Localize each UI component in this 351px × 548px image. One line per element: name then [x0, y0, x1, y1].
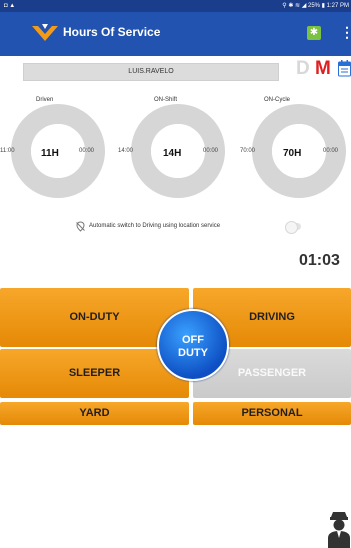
- auto-switch-label: Automatic switch to Driving using locati…: [89, 223, 221, 229]
- bluetooth-icon[interactable]: ✱: [307, 26, 321, 40]
- yard-button[interactable]: YARD: [0, 402, 189, 425]
- gauge-oncycle-end: 00:00: [323, 148, 339, 154]
- app-bar: Hours Of Service ✱ ⋮: [0, 12, 351, 56]
- off-duty-line2: DUTY: [178, 347, 208, 359]
- gauge-onshift-value: 14H: [163, 148, 182, 159]
- officer-icon[interactable]: [327, 507, 351, 548]
- gauge-driven-end: 00:00: [79, 148, 95, 154]
- status-left-icons: ◘ ▲: [4, 3, 16, 9]
- location-off-icon: [76, 221, 85, 232]
- off-duty-button[interactable]: OFF DUTY: [157, 309, 229, 381]
- overflow-menu-icon[interactable]: ⋮: [340, 24, 351, 41]
- app-title: Hours Of Service: [63, 25, 161, 39]
- gauge-oncycle-value: 70H: [283, 148, 302, 159]
- gauge-driven-value: 11H: [41, 148, 59, 159]
- driver-name-bar[interactable]: LUIS.RAVELO: [23, 63, 279, 81]
- gauge-onshift-start: 14:00: [118, 148, 134, 154]
- status-right-info: ⚲ ✱ ≋ ◢ 25% ▮ 1:27 PM: [282, 3, 349, 9]
- status-bar: ◘ ▲ ⚲ ✱ ≋ ◢ 25% ▮ 1:27 PM: [0, 0, 351, 12]
- gauge-oncycle-start: 70:00: [240, 148, 256, 154]
- duty-timer: 01:03: [299, 252, 340, 269]
- d-badge[interactable]: D: [296, 58, 310, 80]
- calendar-icon[interactable]: [338, 60, 351, 77]
- auto-switch-row: Automatic switch to Driving using locati…: [75, 221, 305, 234]
- personal-button[interactable]: PERSONAL: [193, 402, 351, 425]
- off-duty-line1: OFF: [182, 334, 204, 346]
- m-badge[interactable]: M: [315, 58, 331, 80]
- toggle-knob: [285, 221, 298, 234]
- gauge-onshift-end: 00:00: [203, 148, 219, 154]
- gauge-driven-start: 11:00: [0, 148, 15, 154]
- app-logo-icon: [32, 24, 58, 41]
- auto-switch-toggle[interactable]: [285, 221, 301, 234]
